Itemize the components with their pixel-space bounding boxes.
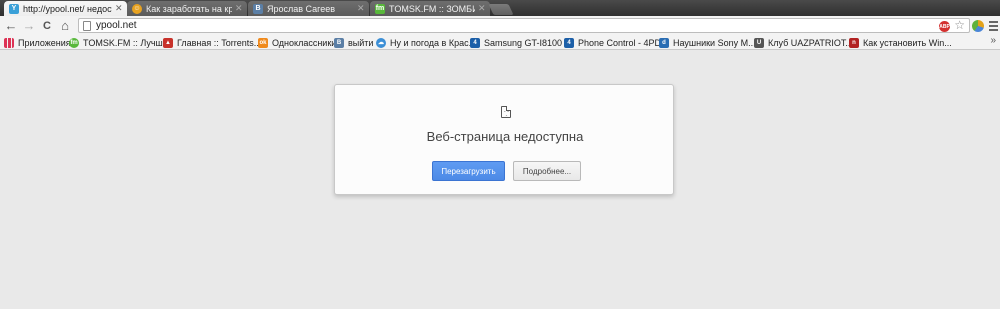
tab-title: http://ypool.net/ недоступ [23, 3, 112, 14]
vk-icon: В [253, 3, 263, 14]
bookmark-label: Наушники Sony M... [673, 37, 756, 48]
page-icon [83, 20, 91, 31]
bookmark-label: выйти [348, 37, 374, 48]
tab-crypto[interactable]: ☺ Как заработать на крипт ✕ [127, 1, 247, 16]
ok-icon: ok [258, 37, 268, 48]
dns-icon: d [659, 37, 669, 48]
bookmark-label: Приложения [18, 37, 71, 48]
close-icon[interactable]: ✕ [357, 4, 365, 13]
error-panel: ˘‸˘ Веб-страница недоступна Перезагрузит… [334, 84, 674, 195]
url-text[interactable]: ypool.net [96, 20, 137, 31]
bookmarks-more-icon[interactable]: » [990, 35, 996, 46]
adblock-icon[interactable]: ABP [939, 21, 950, 32]
tab-title: Ярослав Сагеев [267, 3, 336, 14]
tab-strip: Y http://ypool.net/ недоступ ✕ ☺ Как зар… [0, 0, 1000, 16]
new-tab-button[interactable] [488, 4, 514, 15]
news-icon: n [849, 37, 859, 48]
4pda-icon: 4 [564, 37, 574, 48]
close-icon[interactable]: ✕ [235, 4, 243, 13]
reload-button[interactable]: Перезагрузить [432, 161, 505, 181]
bookmark-vk-logout[interactable]: В выйти [334, 36, 373, 49]
close-icon[interactable]: ✕ [478, 4, 486, 13]
bookmark-windows[interactable]: n Как установить Win... [849, 36, 952, 49]
toolbar: ← → C ⌂ ypool.net ABP ☆ [0, 16, 1000, 35]
bookmark-sony[interactable]: d Наушники Sony M... [659, 36, 756, 49]
bookmark-uazpatriot[interactable]: U Клуб UAZPATRIOT.... [754, 36, 855, 49]
sad-face-icon: ˘‸˘ [504, 111, 510, 117]
torrent-icon: ▲ [163, 37, 173, 48]
back-icon[interactable]: ← [4, 18, 18, 33]
bookmark-label: Ну и погода в Крас... [390, 37, 477, 48]
tab-title: Как заработать на крипт [146, 3, 232, 14]
forward-icon[interactable]: → [22, 18, 36, 33]
tab-tomsk-fm[interactable]: fm TOMSK.FM :: ЗОМБИЛАН ✕ [370, 1, 490, 16]
close-icon[interactable]: ✕ [115, 4, 123, 13]
smiley-icon: ☺ [132, 3, 142, 14]
bookmarks-bar: Приложения fm TOMSK.FM :: Лучшее ▲ Главн… [0, 35, 1000, 50]
menu-icon[interactable] [989, 21, 998, 31]
bookmark-tomsk-fm[interactable]: fm TOMSK.FM :: Лучшее [69, 36, 173, 49]
home-icon[interactable]: ⌂ [58, 18, 72, 33]
page-content: ˘‸˘ Веб-страница недоступна Перезагрузит… [0, 51, 1000, 309]
tab-title: TOMSK.FM :: ЗОМБИЛАН [389, 3, 475, 14]
bookmark-samsung[interactable]: 4 Samsung GT-I8100 ... [470, 36, 572, 49]
ypool-icon: Y [9, 3, 19, 14]
bookmark-torrents[interactable]: ▲ Главная :: Torrents.... [163, 36, 264, 49]
bookmark-weather[interactable]: ☁ Ну и погода в Крас... [376, 36, 476, 49]
star-icon[interactable]: ☆ [954, 19, 965, 32]
bookmark-odnoklassniki[interactable]: ok Одноклассники [258, 36, 336, 49]
sad-page-icon: ˘‸˘ [501, 106, 511, 118]
4pda-icon: 4 [470, 37, 480, 48]
error-title: Веб-страница недоступна [426, 129, 584, 144]
bookmark-apps[interactable]: Приложения [4, 36, 71, 49]
address-bar[interactable]: ypool.net ABP ☆ [78, 18, 970, 33]
bookmark-label: Как установить Win... [863, 37, 952, 48]
details-button[interactable]: Подробнее... [513, 161, 581, 181]
reload-icon[interactable]: C [40, 19, 54, 33]
tab-vk-profile[interactable]: В Ярослав Сагеев ✕ [248, 1, 369, 16]
tab-ypool[interactable]: Y http://ypool.net/ недоступ ✕ [4, 1, 127, 16]
bookmark-label: Samsung GT-I8100 ... [484, 37, 573, 48]
fm-icon: fm [375, 3, 385, 14]
bookmark-label: Одноклассники [272, 37, 337, 48]
apps-grid-icon [4, 37, 14, 48]
vk-icon: В [334, 37, 344, 48]
extension-icon[interactable] [972, 20, 984, 32]
bookmark-label: Phone Control - 4PDA [578, 37, 668, 48]
bookmark-phone-control[interactable]: 4 Phone Control - 4PDA [564, 36, 667, 49]
weather-icon: ☁ [376, 37, 386, 48]
fm-icon: fm [69, 37, 79, 48]
bookmark-label: Главная :: Torrents.... [177, 37, 264, 48]
bookmark-label: Клуб UAZPATRIOT.... [768, 37, 856, 48]
bookmark-label: TOMSK.FM :: Лучшее [83, 37, 173, 48]
uaz-icon: U [754, 37, 764, 48]
